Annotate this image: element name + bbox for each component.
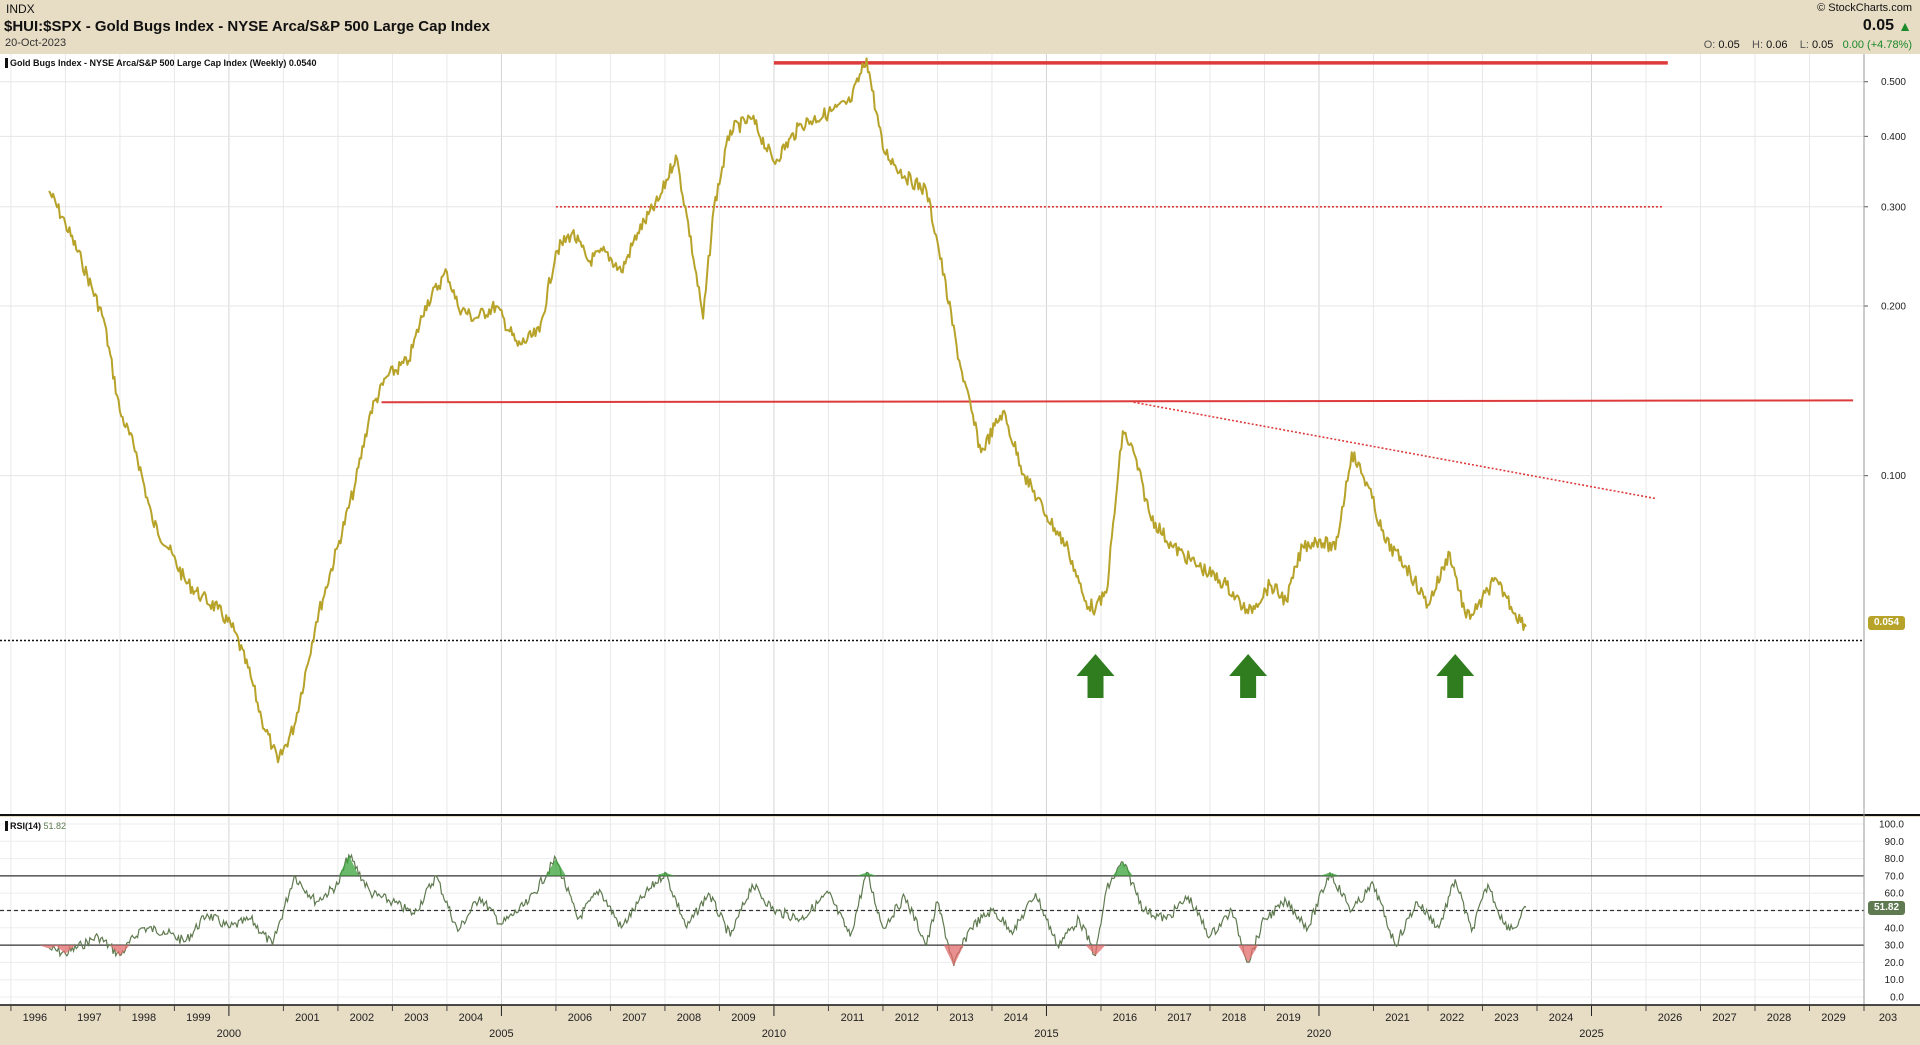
price-y-tick-label: 0.400 [1881,132,1906,143]
x-year-label: 1996 [23,1012,47,1024]
x-year-label: 2011 [841,1012,865,1024]
price-tag: 0.054 [1868,616,1905,630]
x-year-label: 2002 [350,1012,374,1024]
rsi-value-tag: 51.82 [1868,901,1905,915]
x-year-label: 203 [1879,1012,1897,1024]
stockcharts-logo[interactable]: © StockCharts.com [1817,2,1912,14]
chart-window: INDX $HUI:$SPX - Gold Bugs Index - NYSE … [0,0,1920,1045]
rsi-y-tick-label: 90.0 [1885,837,1905,848]
x-year-label: 2008 [677,1012,701,1024]
x-year-label: 2004 [459,1012,483,1024]
up-triangle-icon: ▲ [1898,18,1912,34]
x-year-label: 2006 [568,1012,592,1024]
price-y-tick-label: 0.100 [1881,471,1906,482]
x-major-label: 2010 [762,1028,786,1040]
x-year-label: 2012 [895,1012,919,1024]
rsi-y-tick-label: 100.0 [1879,820,1904,831]
rsi-y-tick-label: 60.0 [1885,889,1905,900]
x-year-label: 1999 [186,1012,210,1024]
symbol-title: $HUI:$SPX - Gold Bugs Index - NYSE Arca/… [4,18,490,35]
x-year-label: 2014 [1004,1012,1028,1024]
high-label: H: [1752,39,1764,51]
x-year-label: 2027 [1712,1012,1736,1024]
x-year-label: 2018 [1222,1012,1246,1024]
x-year-label: 2016 [1113,1012,1137,1024]
x-year-label: 2019 [1276,1012,1300,1024]
x-year-label: 2003 [404,1012,428,1024]
x-year-label: 1997 [77,1012,101,1024]
x-year-label: 2021 [1385,1012,1409,1024]
price-panel-bg [0,54,1920,815]
rsi-legend: RSI(14) 51.82 [5,821,66,831]
rsi-legend-label: RSI(14) [10,821,42,831]
x-major-label: 2025 [1579,1028,1603,1040]
rsi-y-tick-label: 10.0 [1885,975,1905,986]
x-major-label: 2005 [489,1028,513,1040]
x-year-label: 2026 [1658,1012,1682,1024]
rsi-y-tick-label: 20.0 [1885,958,1905,969]
x-year-label: 2029 [1821,1012,1845,1024]
open-value: 0.05 [1718,39,1740,51]
x-year-label: 2017 [1167,1012,1191,1024]
rsi-y-tick-label: 30.0 [1885,941,1905,952]
x-year-label: 2023 [1494,1012,1518,1024]
x-year-label: 2007 [622,1012,646,1024]
chart-area: 0.500 0.400 0.300 0.200 0.100 100.0 90.0 80.0 70… [0,54,1920,1045]
high-value: 0.06 [1766,39,1788,51]
x-year-label: 2024 [1549,1012,1573,1024]
rsi-y-tick-label: 70.0 [1885,871,1905,882]
rsi-y-tick-label: 40.0 [1885,923,1905,934]
x-year-label: 1998 [132,1012,156,1024]
exchange-label: INDX [6,2,35,16]
price-y-tick-label: 0.300 [1881,202,1906,213]
x-year-label: 2001 [295,1012,319,1024]
rsi-y-tick-label: 80.0 [1885,854,1905,865]
chart-date: 20-Oct-2023 [5,37,67,49]
ohlc-row: O: 0.05 H: 0.06 L: 0.05 0.00 (+4.78%) [1704,39,1912,51]
x-major-label: 2020 [1307,1028,1331,1040]
rsi-legend-value: 51.82 [43,821,67,831]
price-legend: Gold Bugs Index - NYSE Arca/S&P 500 Larg… [5,58,316,68]
x-year-label: 2013 [949,1012,973,1024]
x-year-label: 2028 [1767,1012,1791,1024]
chart-header: INDX $HUI:$SPX - Gold Bugs Index - NYSE … [0,0,1920,54]
change-value: 0.00 (+4.78%) [1842,39,1912,51]
x-year-label: 2009 [731,1012,755,1024]
x-major-label: 2015 [1034,1028,1058,1040]
x-major-label: 2000 [217,1028,241,1040]
low-value: 0.05 [1812,39,1834,51]
price-y-tick-label: 0.200 [1881,302,1906,313]
x-year-label: 2022 [1440,1012,1464,1024]
rsi-y-tick-label: 0.0 [1890,993,1904,1004]
low-label: L: [1799,39,1809,51]
price-y-tick-label: 0.500 [1881,77,1906,88]
open-label: O: [1703,39,1716,51]
last-value: 0.05 [1862,17,1894,34]
